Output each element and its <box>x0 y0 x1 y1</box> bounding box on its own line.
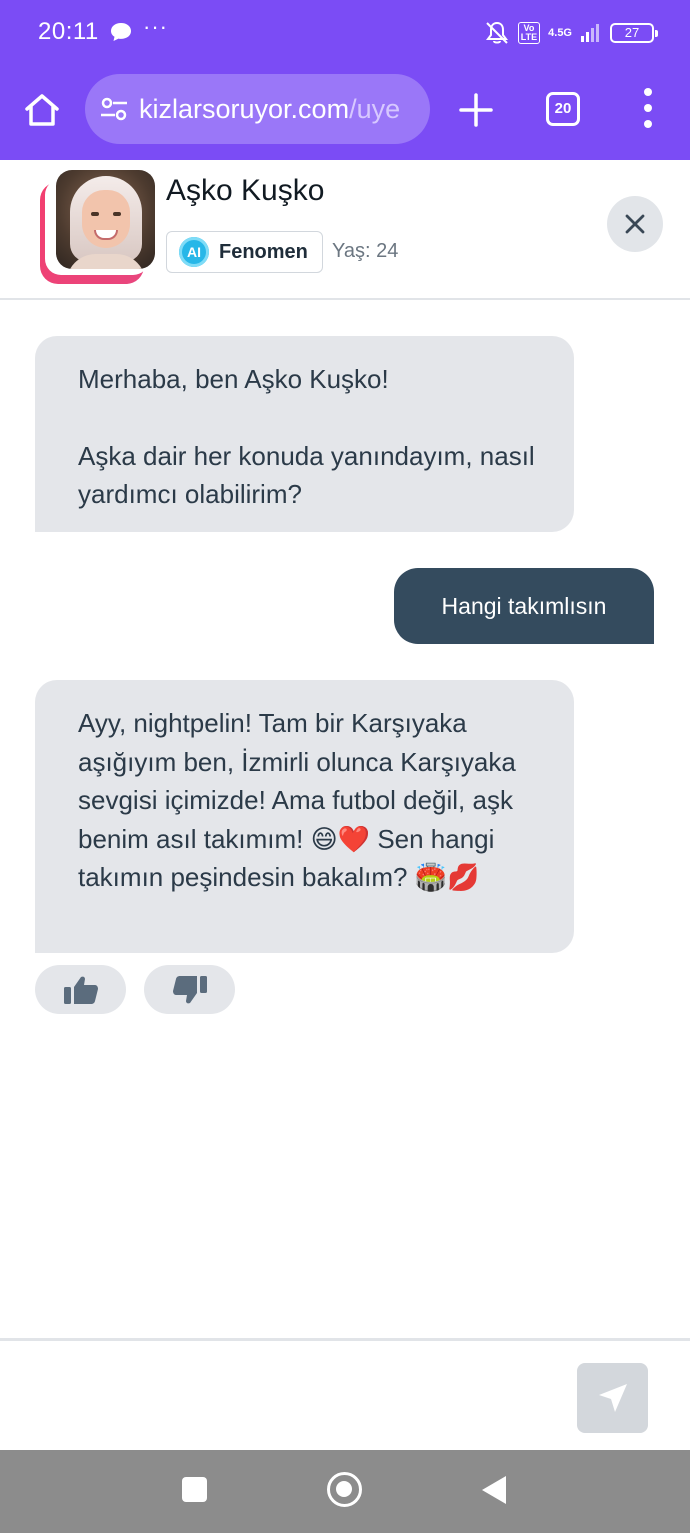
message-paragraph: Merhaba, ben Aşko Kuşko! <box>78 364 389 394</box>
browser-toolbar: kizlarsoruyor.com/uye 20 <box>0 72 690 148</box>
browser-chrome: 20:11 ··· Vo LTE 4.5G 27 kizlarsoruyor.c… <box>0 0 690 160</box>
volte-indicator: Vo LTE <box>517 22 541 44</box>
site-settings-icon[interactable] <box>99 94 129 124</box>
url-text: kizlarsoruyor.com/uye <box>139 94 400 125</box>
address-bar[interactable]: kizlarsoruyor.com/uye <box>85 74 430 144</box>
status-bar: 20:11 ··· Vo LTE 4.5G 27 <box>0 0 690 64</box>
close-icon <box>625 214 645 234</box>
network-type: 4.5G <box>548 26 572 39</box>
ai-icon: AI <box>179 237 209 267</box>
bell-muted-icon <box>485 21 508 44</box>
home-icon <box>25 94 59 126</box>
send-icon <box>598 1384 627 1412</box>
status-more-icon: ··· <box>143 14 168 39</box>
avatar[interactable] <box>56 170 155 269</box>
system-nav-bar <box>0 1450 690 1533</box>
fenomen-badge: AI Fenomen <box>166 231 323 273</box>
age-label: Yaş: 24 <box>332 240 399 262</box>
menu-dot <box>644 104 652 112</box>
tab-switcher-button[interactable]: 20 <box>546 92 580 126</box>
recents-button[interactable] <box>182 1477 207 1502</box>
message-composer[interactable] <box>0 1338 690 1450</box>
status-indicators: Vo LTE 4.5G 27 <box>484 18 658 48</box>
url-path: /uye <box>349 93 401 124</box>
message-paragraph: Aşka dair her konuda yanındayım, nasıl y… <box>78 440 535 510</box>
signal-icon <box>581 24 599 42</box>
back-button[interactable] <box>482 1476 506 1504</box>
avatar-frame <box>40 170 155 284</box>
chat-title: Aşko Kuşko <box>166 174 325 207</box>
thumbs-down-icon <box>172 975 207 1003</box>
more-vert-icon[interactable] <box>636 86 660 130</box>
chat-bubble-icon <box>111 23 131 41</box>
url-domain: kizlarsoruyor.com <box>139 93 350 124</box>
message-text: Ayy, nightpelin! Tam bir Karşıyaka aşığı… <box>78 708 516 892</box>
bot-message: Ayy, nightpelin! Tam bir Karşıyaka aşığı… <box>35 680 574 953</box>
battery-indicator: 27 <box>610 23 658 43</box>
menu-dot <box>644 120 652 128</box>
user-message: Hangi takımlısın <box>394 568 654 644</box>
home-button[interactable] <box>20 88 64 132</box>
system-home-button[interactable] <box>327 1472 362 1507</box>
plus-icon[interactable] <box>456 90 496 130</box>
close-button[interactable] <box>607 196 663 252</box>
thumbs-up-button[interactable] <box>35 965 126 1014</box>
thumbs-up-icon <box>63 976 98 1004</box>
status-time: 20:11 <box>38 18 99 45</box>
badge-label: Fenomen <box>219 240 308 263</box>
bot-message: Merhaba, ben Aşko Kuşko! Aşka dair her k… <box>35 336 574 532</box>
avatar-eye <box>91 212 99 216</box>
menu-dot <box>644 88 652 96</box>
chat-header: Aşko Kuşko AI Fenomen Yaş: 24 <box>0 160 690 300</box>
send-button[interactable] <box>577 1363 648 1433</box>
thumbs-down-button[interactable] <box>144 965 235 1014</box>
avatar-eye <box>113 212 121 216</box>
